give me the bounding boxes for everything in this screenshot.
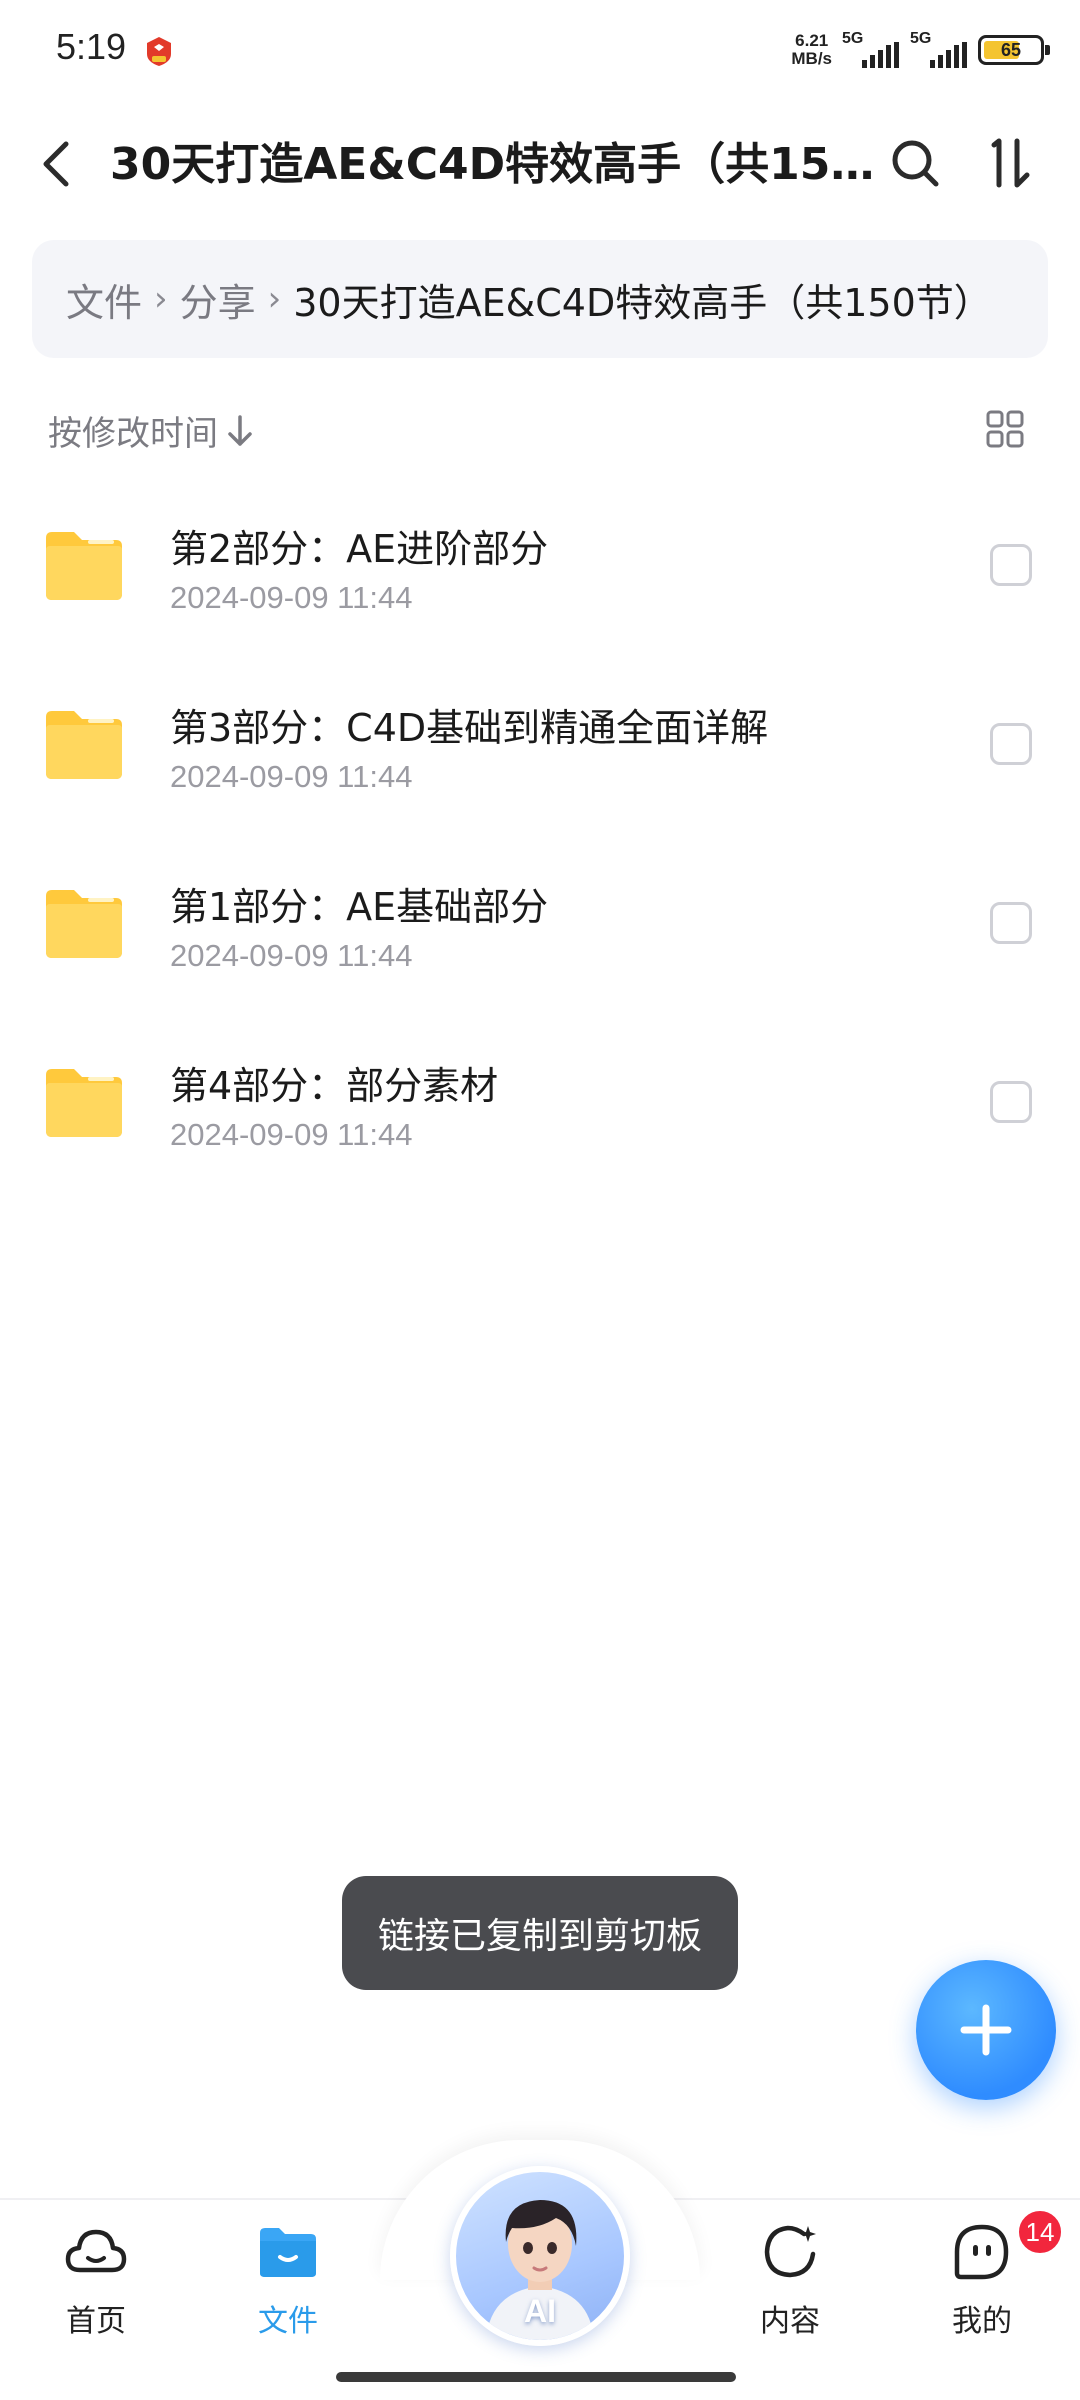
file-list: 第2部分：AE进阶部分 2024-09-09 11:44 第3部分：C4D基础到… (0, 476, 1080, 1192)
signal-icon: 5G (842, 30, 900, 70)
ai-assistant-button[interactable]: AI (450, 2166, 630, 2346)
breadcrumb-item-current: 30天打造AE&C4D特效高手（共150节） (293, 280, 992, 325)
file-date: 2024-09-09 11:44 (170, 580, 413, 615)
network-speed: 6.21 MB/s (791, 31, 832, 68)
file-row[interactable]: 第4部分：部分素材 2024-09-09 11:44 (0, 1013, 1080, 1192)
file-name: 第3部分：C4D基础到精通全面详解 (170, 706, 769, 750)
file-name: 第2部分：AE进阶部分 (170, 527, 549, 571)
file-date: 2024-09-09 11:44 (170, 759, 413, 794)
nav-me[interactable]: 14 我的 (922, 2208, 1064, 2340)
search-icon (892, 140, 939, 187)
arrow-down-icon (228, 414, 252, 446)
ai-label: AI (524, 2293, 556, 2329)
chevron-right-icon: › (154, 279, 168, 319)
status-bar: 5:19 6.21 MB/s 5G 5G 65 (0, 0, 1080, 100)
toast-message: 链接已复制到剪切板 (342, 1876, 738, 1990)
search-button[interactable] (884, 132, 948, 196)
sort-by-modified-button[interactable]: 按修改时间 (48, 406, 254, 455)
breadcrumb-item-share[interactable]: 分享 (180, 272, 256, 327)
home-indicator[interactable] (336, 2372, 736, 2382)
folder-files-icon (256, 2220, 320, 2284)
folder-icon (46, 532, 122, 600)
app-notification-icon (142, 34, 176, 68)
breadcrumb: 文件 › 分享 › 30天打造AE&C4D特效高手（共150节） (32, 240, 1048, 358)
breadcrumb-item-files[interactable]: 文件 (66, 272, 142, 327)
file-date: 2024-09-09 11:44 (170, 938, 413, 973)
back-button[interactable] (28, 134, 84, 194)
select-checkbox[interactable] (990, 902, 1032, 944)
select-checkbox[interactable] (990, 1081, 1032, 1123)
nav-home[interactable]: 首页 (36, 2220, 156, 2340)
plus-icon (960, 2004, 1012, 2056)
grid-view-icon (986, 410, 1024, 448)
file-name: 第1部分：AE基础部分 (170, 885, 549, 929)
status-time: 5:19 (56, 26, 127, 67)
file-name: 第4部分：部分素材 (170, 1064, 499, 1108)
file-row[interactable]: 第3部分：C4D基础到精通全面详解 2024-09-09 11:44 (0, 655, 1080, 834)
nav-files[interactable]: 文件 (228, 2220, 348, 2340)
folder-icon (46, 1069, 122, 1137)
select-checkbox[interactable] (990, 723, 1032, 765)
select-checkbox[interactable] (990, 544, 1032, 586)
signal-icon-2: 5G (910, 30, 968, 70)
sort-label: 按修改时间 (48, 414, 218, 454)
chevron-left-icon (43, 141, 69, 187)
folder-icon (46, 890, 122, 958)
nav-me-label: 我的 (952, 2304, 1012, 2339)
cloud-home-icon (64, 2220, 128, 2284)
nav-files-label: 文件 (258, 2304, 318, 2339)
battery-icon: 65 (978, 35, 1050, 65)
sort-icon (991, 138, 1030, 188)
notification-badge: 14 (1016, 2208, 1064, 2256)
file-date: 2024-09-09 11:44 (170, 1117, 413, 1152)
profile-face-icon: 14 (950, 2208, 1064, 2284)
nav-content[interactable]: 内容 (730, 2220, 850, 2340)
file-row[interactable]: 第1部分：AE基础部分 2024-09-09 11:44 (0, 834, 1080, 1013)
nav-home-label: 首页 (66, 2304, 126, 2339)
folder-icon (46, 711, 122, 779)
refresh-sparkle-icon (758, 2220, 822, 2284)
file-row[interactable]: 第2部分：AE进阶部分 2024-09-09 11:44 (0, 476, 1080, 655)
chevron-right-icon: › (267, 279, 282, 319)
page-title: 30天打造AE&C4D特效高手（共150节） (110, 139, 880, 190)
sort-bar: 按修改时间 (0, 390, 1080, 466)
status-indicators: 6.21 MB/s 5G 5G 65 (791, 28, 1050, 72)
top-app-bar: 30天打造AE&C4D特效高手（共150节） (0, 110, 1080, 220)
sort-button[interactable] (976, 132, 1040, 196)
add-button[interactable] (916, 1960, 1056, 2100)
nav-content-label: 内容 (760, 2304, 820, 2339)
view-toggle-button[interactable] (980, 404, 1030, 454)
